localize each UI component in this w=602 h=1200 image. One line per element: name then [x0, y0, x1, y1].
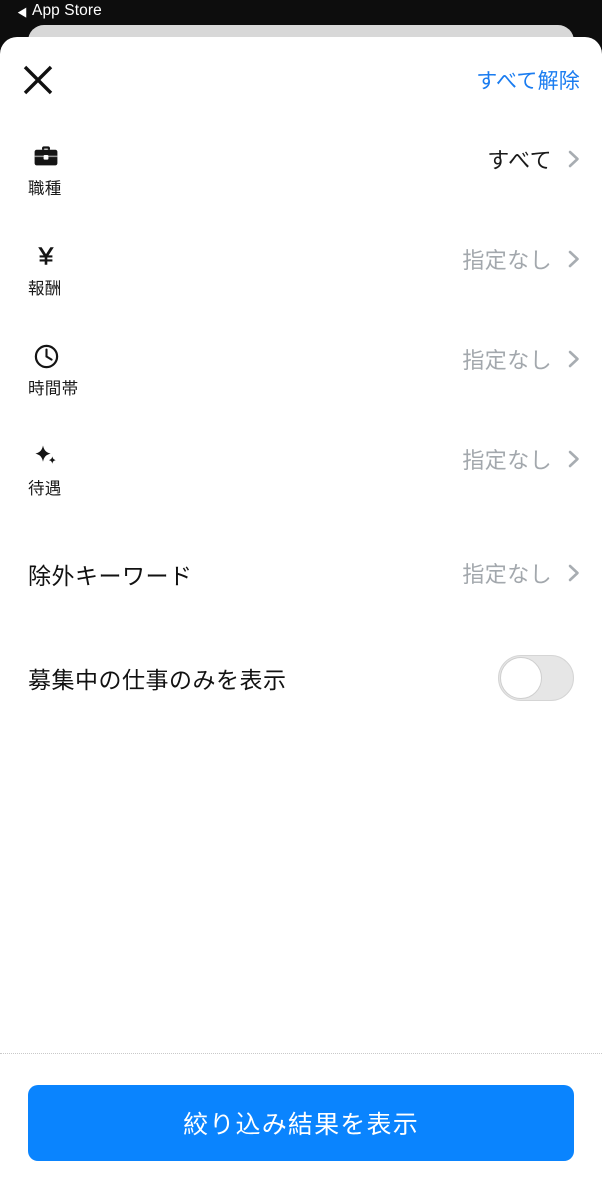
filter-row-job-type[interactable]: 職種 すべて	[0, 137, 602, 237]
filter-row-value-group: 指定なし	[462, 237, 580, 275]
chevron-right-icon	[568, 449, 580, 469]
briefcase-icon	[30, 141, 62, 171]
filter-sheet: すべて解除 職種 すべて 報酬 指定なし 時間帯 指定なし 待遇 指定なし 除外…	[0, 37, 602, 1200]
row-icon-label-group: 待遇	[28, 437, 62, 499]
toggle-knob	[500, 657, 542, 699]
row-icon-label-group: 報酬	[28, 237, 62, 299]
filter-row-label: 除外キーワード	[28, 563, 193, 589]
sheet-footer: 絞り込み結果を表示	[0, 1053, 602, 1200]
filter-row-exclude-keyword[interactable]: 除外キーワード 指定なし	[0, 537, 602, 609]
filter-row-time-slot[interactable]: 時間帯 指定なし	[0, 337, 602, 437]
row-icon-label-group: 職種	[28, 137, 62, 199]
phone-screen: ◀ App Store すべて解除 職種 すべて 報酬 指定なし 時間帯 指定な…	[0, 0, 602, 1200]
back-to-app-store-label[interactable]: App Store	[32, 2, 102, 20]
chevron-right-icon	[568, 563, 580, 583]
chevron-right-icon	[568, 349, 580, 369]
yen-icon	[30, 241, 62, 271]
clock-icon	[30, 341, 62, 371]
chevron-right-icon	[568, 149, 580, 169]
filter-row-list: 職種 すべて 報酬 指定なし 時間帯 指定なし 待遇 指定なし 除外キーワード …	[0, 137, 602, 609]
filter-row-value: 指定なし	[462, 562, 552, 587]
filter-row-value: 指定なし	[462, 248, 552, 273]
filter-row-benefits[interactable]: 待遇 指定なし	[0, 437, 602, 537]
filter-row-value-group: 指定なし	[462, 437, 580, 475]
filter-row-label: 待遇	[28, 480, 62, 498]
filter-row-label: 職種	[28, 180, 62, 198]
footer-divider	[0, 1053, 602, 1054]
filter-row-value: 指定なし	[462, 448, 552, 473]
sparkle-icon	[30, 441, 62, 471]
clear-all-button[interactable]: すべて解除	[476, 59, 580, 101]
filter-row-value-group: すべて	[487, 137, 580, 175]
toggle-label: 募集中の仕事のみを表示	[28, 667, 287, 693]
status-bar: ◀ App Store	[0, 0, 602, 22]
open-jobs-only-toggle[interactable]	[498, 655, 574, 701]
filter-row-value: すべて	[487, 148, 552, 173]
chevron-right-icon	[568, 249, 580, 269]
sheet-header: すべて解除	[0, 37, 602, 123]
toggle-row-open-jobs-only[interactable]: 募集中の仕事のみを表示	[0, 635, 602, 721]
filter-row-label: 報酬	[28, 280, 62, 298]
filter-row-value: 指定なし	[462, 348, 552, 373]
filter-row-value-group: 指定なし	[462, 337, 580, 375]
close-button[interactable]	[16, 58, 60, 102]
back-arrow-icon[interactable]: ◀	[18, 5, 27, 18]
filter-row-value-group: 指定なし	[462, 557, 580, 589]
cta-container: 絞り込み結果を表示	[0, 1085, 602, 1200]
row-icon-label-group: 時間帯	[28, 337, 78, 399]
close-x-icon	[21, 63, 55, 97]
filter-row-label: 時間帯	[28, 380, 79, 398]
filter-row-compensation[interactable]: 報酬 指定なし	[0, 237, 602, 337]
show-filtered-results-button[interactable]: 絞り込み結果を表示	[28, 1085, 574, 1161]
